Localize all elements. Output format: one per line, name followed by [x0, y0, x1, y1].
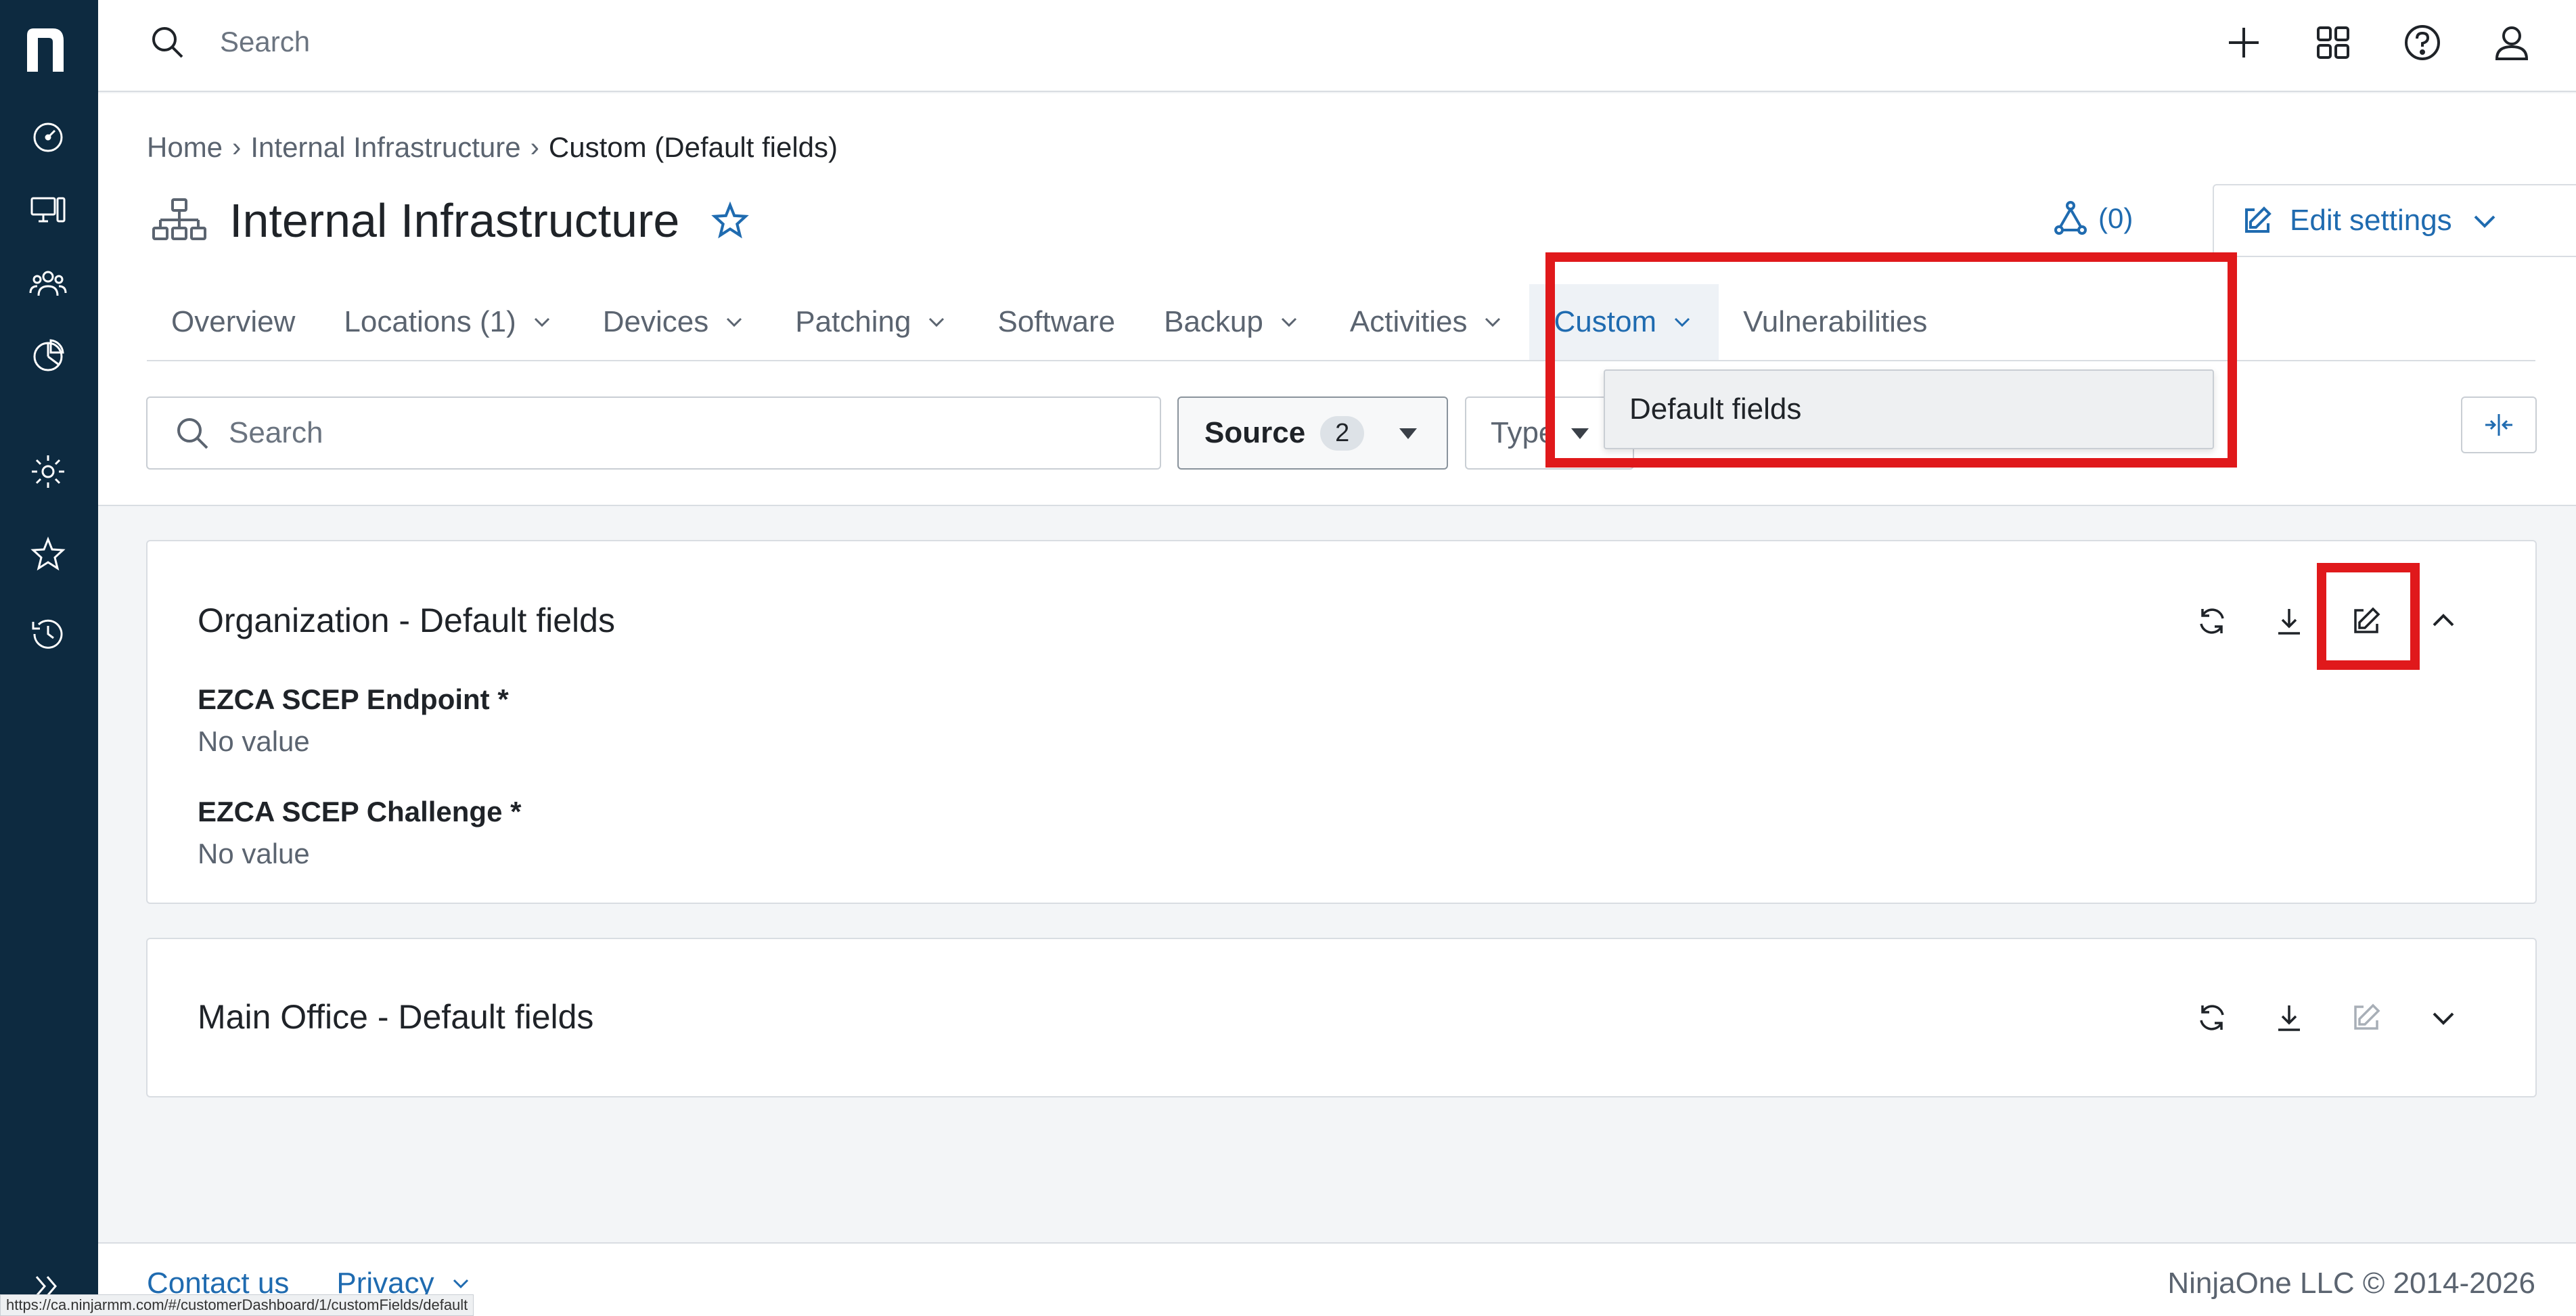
ninjaone-logo[interactable] [23, 26, 68, 73]
tab-software[interactable]: Software [973, 284, 1139, 360]
breadcrumb-org[interactable]: Internal Infrastructure [250, 131, 520, 164]
download-icon[interactable] [2273, 605, 2305, 637]
settings-gear-icon[interactable] [28, 452, 68, 491]
tab-label: Overview [171, 305, 296, 338]
search-icon [177, 418, 208, 449]
topology-count: (0) [2098, 202, 2133, 234]
topology-link[interactable]: (0) [2054, 200, 2133, 237]
help-question-icon[interactable] [2399, 19, 2446, 66]
apps-grid-icon[interactable] [2309, 19, 2357, 66]
edit-settings-label: Edit settings [2290, 204, 2452, 237]
filter-search-input[interactable] [229, 416, 1108, 450]
highlight-box [2317, 563, 2420, 670]
copyright: NinjaOne LLC © 2014-2026 [2167, 1267, 2535, 1300]
main-office-fields-card: Main Office - Default fields [146, 938, 2537, 1097]
tab-overview[interactable]: Overview [147, 284, 319, 360]
topbar [98, 0, 2576, 92]
chevron-down-icon [2474, 215, 2495, 228]
chevron-down-icon [1485, 317, 1501, 327]
tab-label: Software [997, 305, 1116, 338]
field-value: No value [198, 725, 310, 757]
tab-label: Activities [1349, 305, 1468, 338]
tab-devices[interactable]: Devices [579, 284, 771, 360]
tab-label: Patching [795, 305, 911, 338]
field-value: No value [198, 838, 310, 869]
favorites-star-icon[interactable] [28, 535, 68, 574]
chevron-down-icon [1281, 317, 1296, 327]
breadcrumb-separator: › [530, 132, 539, 162]
breadcrumb-separator: › [232, 132, 242, 162]
source-filter-label: Source [1204, 416, 1306, 449]
history-icon[interactable] [28, 614, 68, 654]
global-search-input[interactable] [220, 20, 829, 64]
chevron-down-icon [453, 1279, 468, 1289]
chevron-down-icon [534, 317, 549, 327]
tab-backup[interactable]: Backup [1139, 284, 1326, 360]
refresh-icon[interactable] [2196, 1001, 2228, 1034]
collapse-arrows-icon [2485, 414, 2512, 436]
sidebar [0, 0, 98, 1316]
edit-pencil-icon [2245, 206, 2272, 233]
breadcrumb-home[interactable]: Home [147, 131, 223, 164]
field-label: EZCA SCEP Challenge * [198, 796, 522, 827]
network-topology-icon [2054, 201, 2087, 235]
card-title: Main Office - Default fields [198, 998, 594, 1036]
chevron-down-icon [929, 317, 945, 327]
chevron-down-icon [727, 317, 742, 327]
reports-pie-icon[interactable] [28, 336, 68, 375]
chevron-down-icon[interactable] [2427, 1001, 2460, 1034]
card-title: Organization - Default fields [198, 602, 615, 639]
refresh-icon[interactable] [2196, 605, 2228, 637]
tab-label: Backup [1164, 305, 1263, 338]
custom-field: EZCA SCEP Challenge * No value [198, 796, 521, 870]
collapse-all-button[interactable] [2461, 396, 2537, 453]
download-icon[interactable] [2273, 1001, 2305, 1034]
custom-field: EZCA SCEP Endpoint * No value [198, 683, 509, 758]
breadcrumb: Home › Internal Infrastructure › Custom … [147, 131, 838, 164]
caret-down-icon [1399, 428, 1418, 439]
filter-search-box[interactable] [146, 396, 1161, 470]
add-plus-icon[interactable] [2220, 19, 2267, 66]
tab-patching[interactable]: Patching [771, 284, 973, 360]
user-account-icon[interactable] [2488, 19, 2535, 66]
users-group-icon[interactable] [28, 264, 68, 303]
source-count-badge: 2 [1320, 415, 1365, 451]
tab-activities[interactable]: Activities [1326, 284, 1530, 360]
edit-settings-button[interactable]: Edit settings [2213, 184, 2576, 257]
tab-locations[interactable]: Locations (1) [319, 284, 578, 360]
dashboard-gauge-icon[interactable] [28, 118, 68, 157]
breadcrumb-current: Custom (Default fields) [548, 131, 838, 163]
tab-label: Locations (1) [344, 305, 516, 338]
organization-hierarchy-icon [152, 198, 206, 240]
favorite-star-icon[interactable] [710, 201, 750, 240]
source-filter-dropdown[interactable]: Source 2 [1177, 396, 1448, 470]
tab-label: Devices [602, 305, 709, 338]
highlight-box [1545, 252, 2237, 468]
status-bar-url: https://ca.ninjarmm.com/#/customerDashbo… [0, 1294, 474, 1316]
devices-monitor-icon[interactable] [28, 191, 68, 230]
search-icon [152, 27, 183, 58]
page-title: Internal Infrastructure [229, 194, 680, 247]
chevron-up-icon[interactable] [2427, 605, 2460, 637]
field-label: EZCA SCEP Endpoint * [198, 683, 509, 715]
organization-fields-card: Organization - Default fields EZCA SCEP … [146, 540, 2537, 904]
edit-pencil-icon-disabled [2350, 1001, 2382, 1034]
